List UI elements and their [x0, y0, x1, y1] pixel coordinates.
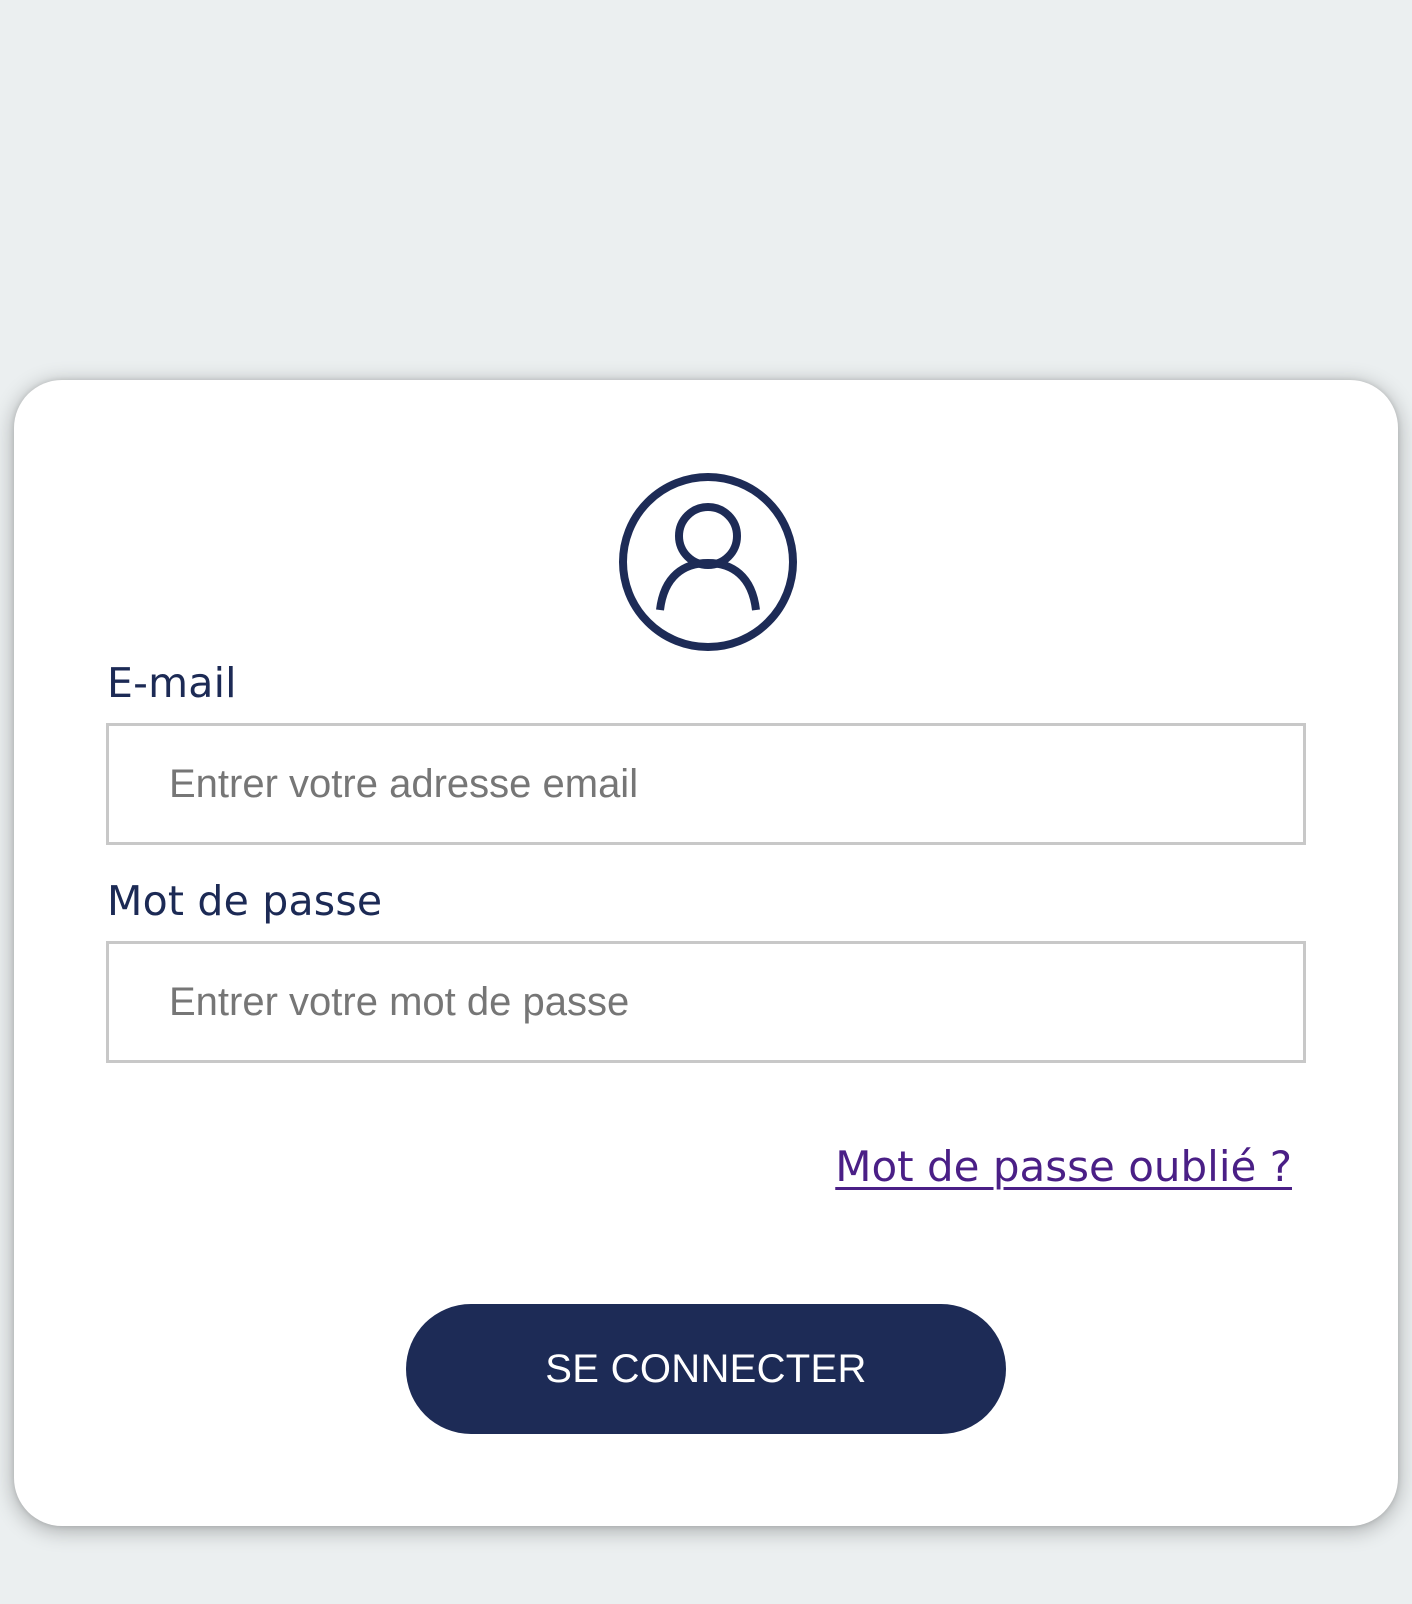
password-label: Mot de passe [107, 877, 383, 925]
login-card: E-mail Mot de passe Mot de passe oublié … [14, 380, 1398, 1526]
email-label: E-mail [107, 659, 237, 707]
user-avatar [616, 470, 800, 654]
password-input[interactable] [106, 941, 1306, 1063]
forgot-password-link[interactable]: Mot de passe oublié ? [835, 1142, 1292, 1192]
email-input[interactable] [106, 723, 1306, 845]
user-circle-icon [619, 473, 797, 651]
login-button[interactable]: SE CONNECTER [406, 1304, 1006, 1434]
